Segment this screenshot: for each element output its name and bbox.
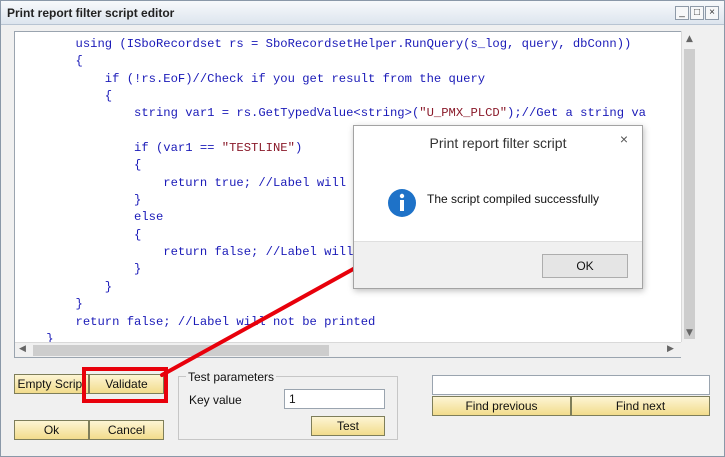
dialog-close-icon[interactable]: × [616, 131, 632, 147]
info-icon [388, 189, 416, 217]
compile-result-dialog: Print report filter script × The script … [353, 125, 643, 289]
dialog-footer: OK [354, 241, 642, 288]
dialog-title: Print report filter script [429, 135, 567, 151]
dialog-ok-button[interactable]: OK [542, 254, 628, 278]
dialog-message: The script compiled successfully [427, 192, 600, 206]
